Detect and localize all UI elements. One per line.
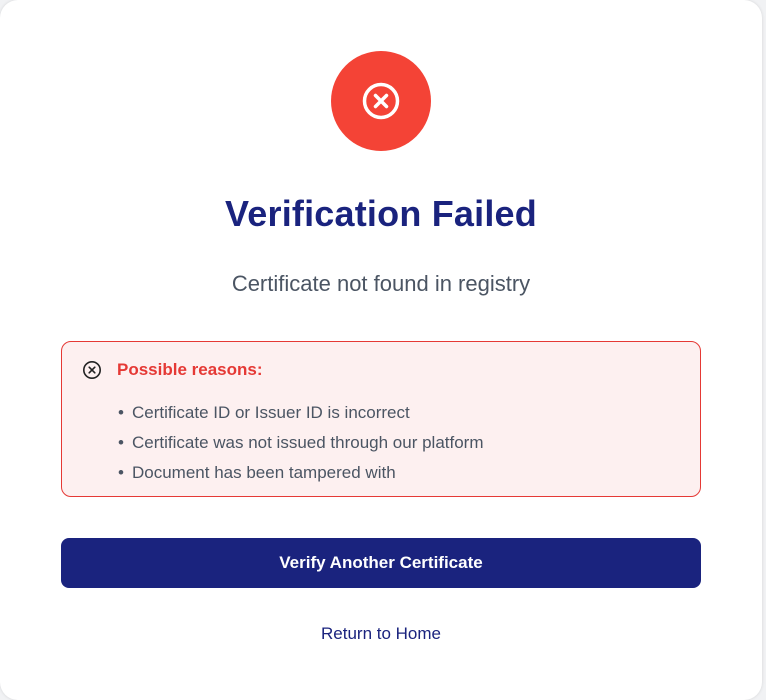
reasons-title: Possible reasons: (117, 360, 263, 379)
reason-text: Certificate was not issued through our p… (132, 433, 484, 452)
page-title: Verification Failed (225, 193, 537, 234)
x-circle-icon (362, 82, 400, 120)
list-item: • Certificate ID or Issuer ID is incorrec… (118, 403, 410, 422)
reasons-list: • Certificate ID or Issuer ID is incorrec… (118, 398, 484, 488)
x-circle-icon (82, 360, 102, 380)
list-item: • Certificate was not issued through our … (118, 433, 484, 452)
page-subtitle: Certificate not found in registry (231, 271, 531, 296)
reason-text: Document has been tampered with (132, 463, 396, 482)
list-item: • Document has been tampered with (118, 463, 396, 482)
possible-reasons-box: Possible reasons: • Certificate ID or Iss… (61, 341, 701, 497)
reason-text: Certificate ID or Issuer ID is incorrect (132, 403, 410, 422)
verify-another-certificate-button[interactable]: Verify Another Certificate (61, 538, 701, 588)
failed-status-icon (331, 51, 431, 151)
verification-card: Verification Failed Certificate not foun… (0, 0, 762, 700)
reasons-header: Possible reasons: (82, 359, 263, 381)
return-to-home-link[interactable]: Return to Home (0, 622, 762, 646)
